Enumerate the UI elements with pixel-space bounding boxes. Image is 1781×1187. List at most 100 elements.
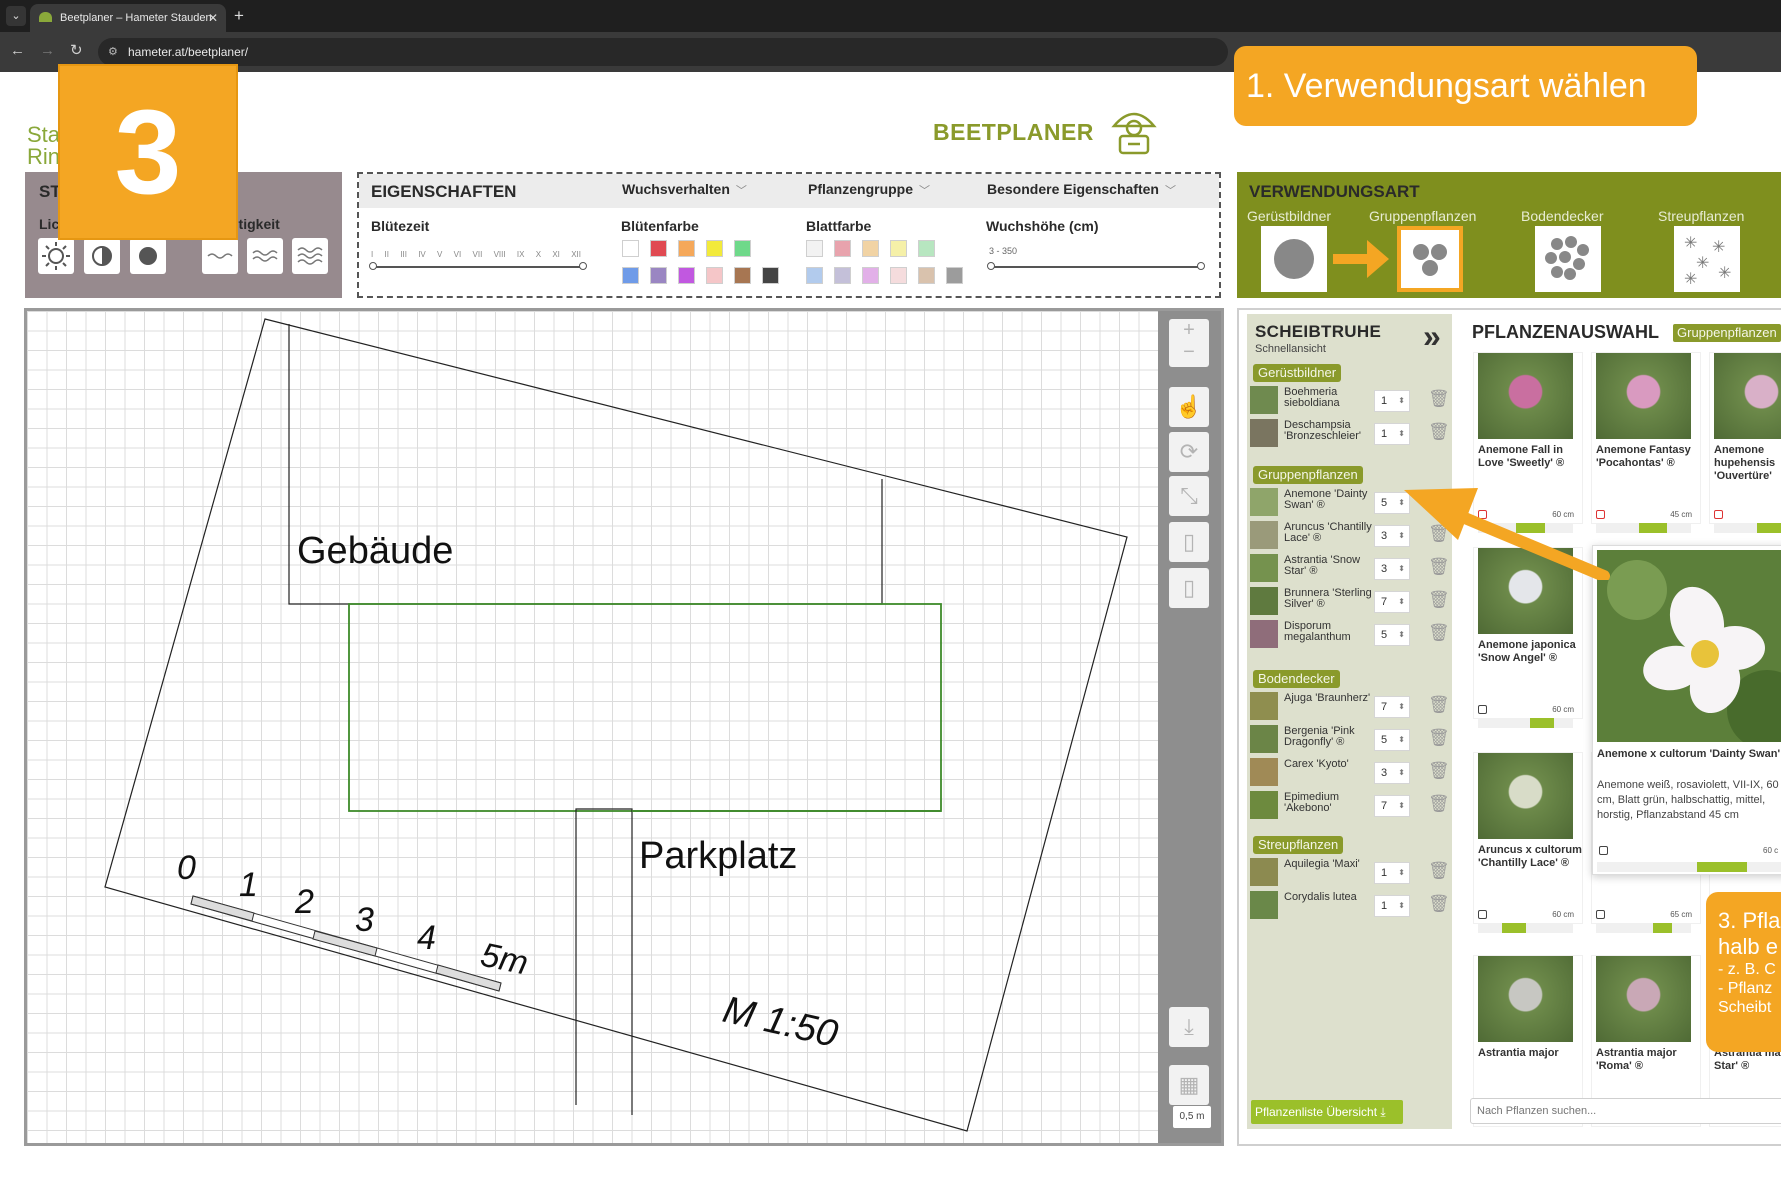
wuchsverhalten-dropdown[interactable]: Wuchsverhalten ﹀ [622, 181, 747, 198]
trolley-item[interactable]: Epimedium 'Akebono' 7 ⬍ 🗑 [1250, 791, 1450, 821]
slider-handle-max[interactable] [1197, 262, 1205, 270]
trolley-item[interactable]: Deschampsia 'Bronzeschleier' 1 ⬍ 🗑 [1250, 419, 1450, 449]
spinner-icon[interactable]: ⬍ [1398, 391, 1405, 411]
download-icon[interactable]: ⤓ [1169, 1007, 1209, 1047]
color-swatch[interactable] [706, 240, 723, 257]
plant-card[interactable]: Aruncus x cultorum 'Chantilly Lace' ® 60 … [1473, 752, 1583, 933]
expand-chevron-icon[interactable]: » [1423, 318, 1441, 355]
streupflanzen-button[interactable]: ✳ ✳ ✳ ✳ ✳ [1674, 226, 1740, 292]
resize-icon[interactable]: ⤡ [1169, 476, 1209, 516]
reload-button[interactable]: ↻ [70, 41, 83, 61]
browser-tab[interactable]: Beetplaner – Hameter Stauden ✕ [30, 4, 226, 32]
plan-canvas[interactable]: Gebäude Parkplatz 0 1 2 3 4 5m M 1:50 [24, 308, 1224, 1146]
hand-icon[interactable]: ☝ [1169, 387, 1209, 427]
url-field[interactable]: ⚙ hameter.at/beetplaner/ [98, 38, 1228, 66]
color-swatch[interactable] [706, 267, 723, 284]
trolley-item[interactable]: Boehmeria sieboldiana 1 ⬍ 🗑 [1250, 386, 1450, 416]
property-outline[interactable] [104, 318, 1128, 1132]
color-swatch[interactable] [890, 240, 907, 257]
trolley-item[interactable]: Aquilegia 'Maxi' 1 ⬍ 🗑 [1250, 858, 1450, 888]
geruestbildner-button[interactable] [1261, 226, 1327, 292]
plant-card[interactable]: Anemone hupehensis 'Ouvertüre' [1709, 352, 1781, 533]
half-shade-icon[interactable] [84, 238, 120, 274]
trolley-item[interactable]: Ajuga 'Braunherz' 7 ⬍ 🗑 [1250, 692, 1450, 722]
trash-icon[interactable]: 🗑 [1428, 590, 1450, 610]
color-swatch[interactable] [622, 267, 639, 284]
trolley-item[interactable]: Bergenia 'Pink Dragonfly' ® 5 ⬍ 🗑 [1250, 725, 1450, 755]
shade-icon[interactable] [130, 238, 166, 274]
rotate-icon[interactable]: ⟳ [1169, 432, 1209, 472]
pflanzenliste-button[interactable]: Pflanzenliste Übersicht ⤓ [1251, 1100, 1403, 1124]
color-swatch[interactable] [734, 240, 751, 257]
trash-icon[interactable]: 🗑 [1428, 861, 1450, 881]
color-swatch[interactable] [918, 240, 935, 257]
select-checkbox[interactable] [1478, 910, 1487, 919]
slider-handle-min[interactable] [987, 262, 995, 270]
color-swatch[interactable] [678, 267, 695, 284]
pflanzengruppe-dropdown[interactable]: Pflanzengruppe ﹀ [808, 181, 930, 198]
slider-handle-max[interactable] [579, 262, 587, 270]
quantity-stepper[interactable]: 1 ⬍ [1374, 390, 1410, 412]
color-swatch[interactable] [834, 267, 851, 284]
gruppenpflanzen-button[interactable] [1397, 226, 1463, 292]
quantity-stepper[interactable]: 7 ⬍ [1374, 795, 1410, 817]
besondere-eigenschaften-dropdown[interactable]: Besondere Eigenschaften ﹀ [987, 181, 1176, 198]
trolley-item[interactable]: Disporum megalanthum 5 ⬍ 🗑 [1250, 620, 1450, 650]
plant-search-input[interactable] [1470, 1098, 1781, 1124]
moist-wave-icon[interactable] [247, 238, 283, 274]
color-swatch[interactable] [890, 267, 907, 284]
select-checkbox[interactable] [1478, 705, 1487, 714]
trolley-item[interactable]: Corydalis lutea 1 ⬍ 🗑 [1250, 891, 1450, 921]
spinner-icon[interactable]: ⬍ [1398, 730, 1405, 750]
quantity-stepper[interactable]: 1 ⬍ [1374, 862, 1410, 884]
color-swatch[interactable] [834, 240, 851, 257]
trash-icon[interactable]: 🗑 [1428, 894, 1450, 914]
trash-icon[interactable]: 🗑 [1428, 728, 1450, 748]
spinner-icon[interactable]: ⬍ [1398, 592, 1405, 612]
trolley-item[interactable]: Brunnera 'Sterling Silver' ® 7 ⬍ 🗑 [1250, 587, 1450, 617]
new-tab-button[interactable]: + [234, 5, 244, 27]
spinner-icon[interactable]: ⬍ [1398, 896, 1405, 916]
color-swatch[interactable] [918, 267, 935, 284]
trash-icon[interactable]: 🗑 [1428, 794, 1450, 814]
spinner-icon[interactable]: ⬍ [1398, 763, 1405, 783]
trash-icon[interactable]: 🗑 [1428, 389, 1450, 409]
tab-list-button[interactable]: ⌄ [6, 6, 26, 26]
color-swatch[interactable] [806, 240, 823, 257]
bodendecker-button[interactable] [1535, 226, 1601, 292]
quantity-stepper[interactable]: 5 ⬍ [1374, 624, 1410, 646]
color-swatch[interactable] [762, 267, 779, 284]
tab-close-icon[interactable]: ✕ [208, 4, 218, 32]
garden-plan[interactable]: Gebäude Parkplatz 0 1 2 3 4 5m M 1:50 [27, 311, 1224, 1146]
trash-icon[interactable]: 🗑 [1428, 761, 1450, 781]
color-swatch[interactable] [946, 267, 963, 284]
zoom-icon[interactable]: + − [1169, 319, 1209, 367]
trolley-item[interactable]: Carex 'Kyoto' 3 ⬍ 🗑 [1250, 758, 1450, 788]
page-icon[interactable]: ▯ [1169, 522, 1209, 562]
spinner-icon[interactable]: ⬍ [1398, 625, 1405, 645]
spinner-icon[interactable]: ⬍ [1398, 863, 1405, 883]
back-button[interactable]: ← [10, 41, 25, 61]
trash-icon[interactable]: 🗑 [1428, 623, 1450, 643]
quantity-stepper[interactable]: 1 ⬍ [1374, 895, 1410, 917]
grid-icon[interactable]: ▦ [1169, 1065, 1209, 1105]
logo[interactable]: Sta Rin [27, 124, 60, 168]
detail-checkbox[interactable] [1599, 846, 1608, 855]
wet-wave-icon[interactable] [292, 238, 328, 274]
spinner-icon[interactable]: ⬍ [1398, 796, 1405, 816]
color-swatch[interactable] [678, 240, 695, 257]
quantity-stepper[interactable]: 7 ⬍ [1374, 591, 1410, 613]
trash-icon[interactable]: 🗑 [1428, 422, 1450, 442]
wuchshoehe-slider[interactable] [987, 262, 1205, 270]
dry-wave-icon[interactable] [202, 238, 238, 274]
color-swatch[interactable] [862, 267, 879, 284]
select-checkbox[interactable] [1596, 910, 1605, 919]
site-info-icon[interactable]: ⚙ [108, 38, 118, 66]
quantity-stepper[interactable]: 5 ⬍ [1374, 729, 1410, 751]
bluetezeit-slider[interactable] [369, 262, 587, 270]
color-swatch[interactable] [806, 267, 823, 284]
quantity-stepper[interactable]: 7 ⬍ [1374, 696, 1410, 718]
color-swatch[interactable] [734, 267, 751, 284]
slider-handle-min[interactable] [369, 262, 377, 270]
spinner-icon[interactable]: ⬍ [1398, 424, 1405, 444]
